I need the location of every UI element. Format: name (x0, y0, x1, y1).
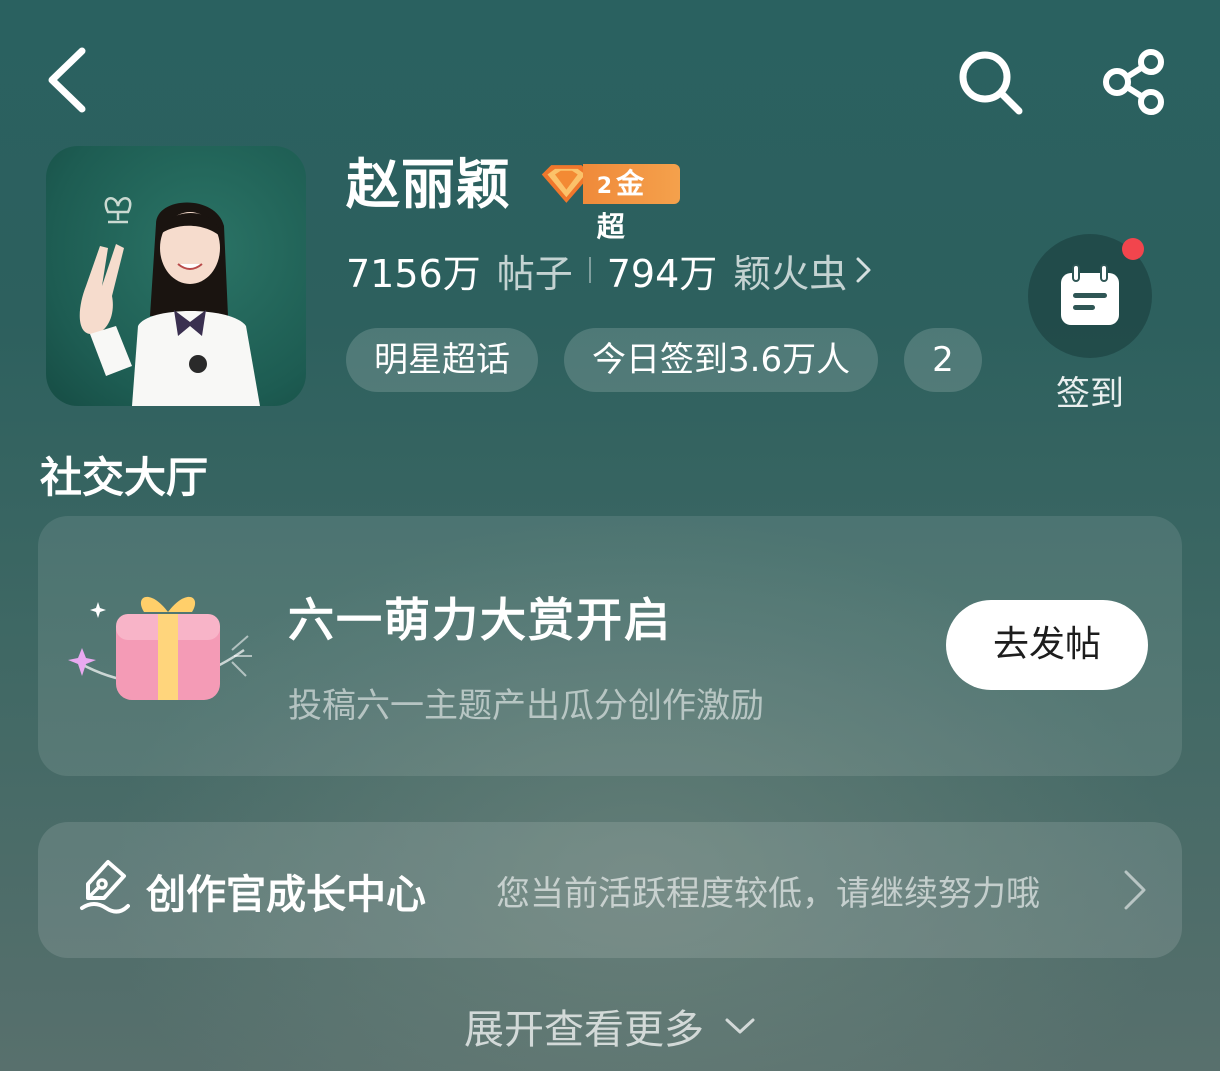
badge-level: 2 (596, 174, 613, 199)
super-topic-badge[interactable]: 2 金超 (538, 160, 680, 243)
chevron-left-icon (48, 47, 86, 113)
tag-more[interactable]: 2 (904, 328, 982, 392)
promo-subtitle: 投稿六一主题产出瓜分创作激励 (288, 686, 764, 726)
tag-checkin-count[interactable]: 今日签到3.6万人 (564, 328, 879, 392)
section-title: 社交大厅 (40, 453, 209, 502)
expand-label: 展开查看更多 (464, 1007, 704, 1053)
badge-label: 2 金超 (582, 164, 680, 243)
quill-icon (80, 860, 130, 914)
post-button[interactable]: 去发帖 (946, 600, 1148, 690)
chevron-right-icon[interactable] (1122, 868, 1148, 912)
notification-dot (1122, 238, 1144, 260)
share-button[interactable] (1094, 42, 1174, 122)
topic-avatar[interactable] (46, 146, 306, 406)
fans-count: 794万 (606, 251, 718, 296)
promo-title: 六一萌力大赏开启 (288, 593, 672, 647)
expand-more[interactable]: 展开查看更多 (0, 996, 1220, 1056)
search-button[interactable] (950, 42, 1030, 122)
fans-label[interactable]: 颖火虫 (733, 243, 847, 298)
search-icon (959, 51, 1023, 115)
avatar-portrait (79, 197, 260, 406)
gift-icon (68, 596, 252, 700)
chevron-down-icon (725, 1018, 755, 1034)
share-icon (1103, 49, 1164, 115)
creator-center-title: 创作官成长中心 (146, 872, 426, 918)
tag-category[interactable]: 明星超话 (346, 328, 538, 392)
posts-count: 7156万 (346, 251, 481, 296)
stat-divider (588, 257, 591, 283)
topic-name: 赵丽颖 (346, 153, 511, 216)
creator-center-status: 您当前活跃程度较低，请继续努力哦 (496, 874, 1040, 914)
chevron-right-icon[interactable] (855, 255, 873, 285)
topic-stats: 7156万 帖子 794万 颖火虫 (346, 242, 873, 298)
topic-tags: 明星超话 今日签到3.6万人 2 (346, 328, 996, 392)
posts-label[interactable]: 帖子 (497, 243, 573, 298)
checkin-label[interactable]: 签到 (1028, 366, 1152, 415)
calendar-icon (1061, 264, 1119, 325)
back-button[interactable] (36, 44, 96, 116)
